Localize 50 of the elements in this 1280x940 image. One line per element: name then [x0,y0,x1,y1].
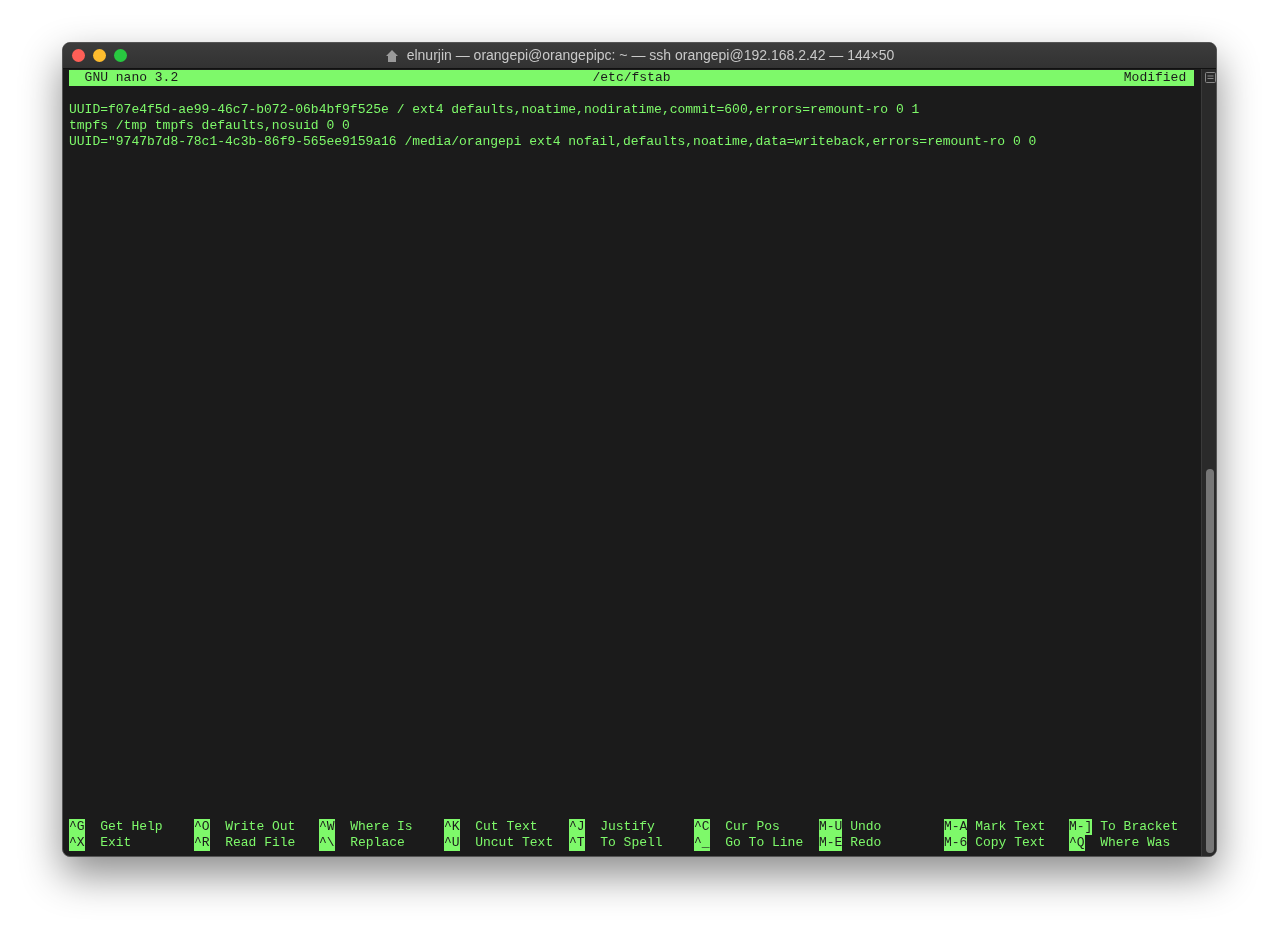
file-line: UUID=f07e4f5d-ae99-46c7-b072-06b4bf9f525e / ext4 defaults,noatime,nodiratime,commit=600,errors=remount-ro 0 1 [69,102,920,118]
shortcut-key: ^J [569,819,585,835]
modified-status: Modified [1123,70,1188,86]
close-button[interactable] [72,49,85,62]
shortcut-key: ^W [319,819,335,835]
shortcut-key: ^T [569,835,585,851]
shortcut-label: Cut Text [474,819,538,835]
shortcut-label: Justify [599,819,655,835]
shortcut-key: ^R [194,835,210,851]
menu-icon[interactable] [1205,72,1216,83]
shortcut-label: Exit [99,835,132,851]
file-line: UUID="9747b7d8-78c1-4c3b-86f9-565ee9159a16 /media/orangepi ext4 nofail,defaults,noatime,data=writeback,errors=remount-ro 0 0 [69,134,1037,150]
shortcut-key: ^G [69,819,85,835]
shortcut-key: M-E [819,835,843,851]
shortcut-key: ^\ [319,835,335,851]
shortcut-label: Uncut Text [474,835,554,851]
file-name: /etc/fstab [592,70,671,86]
scrollbar[interactable] [1201,69,1216,856]
shortcut-label: Get Help [99,819,163,835]
shortcut-key: ^U [444,835,460,851]
shortcut-key: M-6 [944,835,968,851]
shortcut-label: Where Is [349,819,413,835]
house-icon [384,48,399,63]
shortcut-key: ^K [444,819,460,835]
shortcut-label: Where Was [1099,835,1171,851]
shortcut-key: ^Q [1069,835,1085,851]
file-line: tmpfs /tmp tmpfs defaults,nosuid 0 0 [69,118,350,134]
shortcut-label: Redo [849,835,882,851]
shortcut-label: To Spell [599,835,663,851]
shortcut-label: Mark Text [974,819,1046,835]
scrollbar-thumb[interactable] [1206,469,1214,853]
shortcut-key: ^C [694,819,710,835]
editor-version: GNU nano 3.2 [83,70,179,86]
shortcut-label: Undo [849,819,882,835]
shortcut-label: Write Out [224,819,296,835]
shortcut-key: M-A [944,819,968,835]
shortcut-key: M-U [819,819,843,835]
shortcut-label: Replace [349,835,405,851]
zoom-button[interactable] [114,49,127,62]
shortcut-key: ^X [69,835,85,851]
shortcut-label: Read File [224,835,296,851]
shortcut-label: Cur Pos [724,819,780,835]
shortcut-key: ^_ [694,835,710,851]
shortcut-label: Go To Line [724,835,804,851]
shortcut-key: ^O [194,819,210,835]
shortcut-label: Copy Text [974,835,1046,851]
shortcut-label: To Bracket [1099,819,1179,835]
minimize-button[interactable] [93,49,106,62]
shortcut-key: M-] [1069,819,1093,835]
window-title: elnurjin — orangepi@orangepipc: ~ — ssh orangepi@192.168.2.42 — 144×50 [406,46,895,65]
